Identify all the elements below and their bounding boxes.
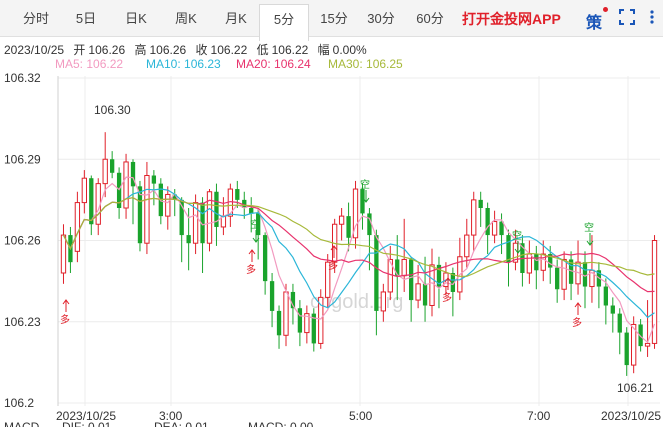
buy-marker-label: 多 [442, 291, 452, 304]
candle-body [144, 175, 150, 244]
buy-marker-label: 多 [60, 313, 70, 326]
candle-body [380, 291, 386, 312]
candle-body [235, 189, 240, 200]
candle-body [297, 308, 303, 333]
candle-body [269, 281, 275, 311]
y-tick-label: 106.29 [4, 152, 41, 166]
candle-body [374, 235, 379, 311]
candle-body [561, 258, 567, 290]
candle-body [123, 161, 129, 209]
candle-body [582, 262, 588, 287]
candle-body [485, 208, 490, 236]
y-tick-label: 106.2 [4, 396, 34, 410]
candle-body [401, 258, 407, 277]
candle-body [491, 221, 498, 236]
candle-body [478, 199, 483, 208]
buy-marker-label: 多 [572, 316, 582, 329]
candle-body [165, 193, 171, 217]
candle-body [338, 215, 345, 225]
candle-body [262, 235, 268, 282]
watermark-text: cngold.org [310, 291, 403, 313]
candle-body [276, 310, 282, 336]
macd-label: DEA: 0.01 [154, 420, 209, 427]
candle-body [60, 234, 67, 274]
candle-body [249, 208, 254, 214]
candlestick-chart[interactable]: cngold.org106.32106.29106.26106.23106.21… [0, 0, 663, 427]
candle-body [81, 177, 87, 204]
candle-body [540, 253, 546, 271]
sell-marker-label: 空 [512, 229, 522, 242]
candle-body [422, 283, 428, 306]
macd-label: MACD [4, 420, 40, 427]
candle-body [102, 158, 108, 185]
x-tick-label: 5:00 [349, 409, 373, 423]
candle-body [360, 189, 365, 214]
buy-marker-label: 多 [328, 259, 338, 272]
candle-body [534, 254, 539, 271]
candle-body [283, 291, 289, 336]
sell-marker-label: 空 [360, 178, 370, 191]
candle-body [617, 313, 622, 333]
macd-label: DIF: 0.01 [62, 420, 112, 427]
x-tick-label: 2023/10/25 [601, 409, 661, 423]
buy-marker-label: 多 [246, 263, 256, 276]
max-price-label: 106.30 [94, 103, 131, 117]
candle-body [408, 259, 414, 301]
min-price-label: 106.21 [617, 381, 654, 395]
candle-body [603, 286, 609, 306]
candle-body [526, 253, 533, 274]
candle-body [395, 259, 400, 276]
candle-body [151, 175, 157, 184]
candle-body [415, 283, 421, 301]
macd-label: MACD: 0.00 [248, 420, 314, 427]
sell-marker-label: 空 [584, 221, 594, 234]
candle-body [74, 202, 81, 252]
x-tick-label: 7:00 [527, 409, 551, 423]
candle-body [346, 216, 351, 238]
candle-body [206, 191, 213, 244]
candle-body [624, 332, 629, 366]
candle-body [464, 234, 470, 258]
candle-body [367, 213, 372, 236]
y-tick-label: 106.32 [4, 71, 41, 85]
candle-body [471, 199, 477, 236]
candle-body [555, 267, 560, 290]
candle-body [109, 159, 115, 173]
y-tick-label: 106.26 [4, 234, 41, 248]
y-tick-label: 106.23 [4, 315, 41, 329]
candle-body [186, 235, 191, 244]
candle-body [644, 342, 651, 347]
sell-marker-label: 空 [250, 218, 260, 231]
candle-body [506, 235, 511, 263]
candle-body [610, 305, 615, 314]
